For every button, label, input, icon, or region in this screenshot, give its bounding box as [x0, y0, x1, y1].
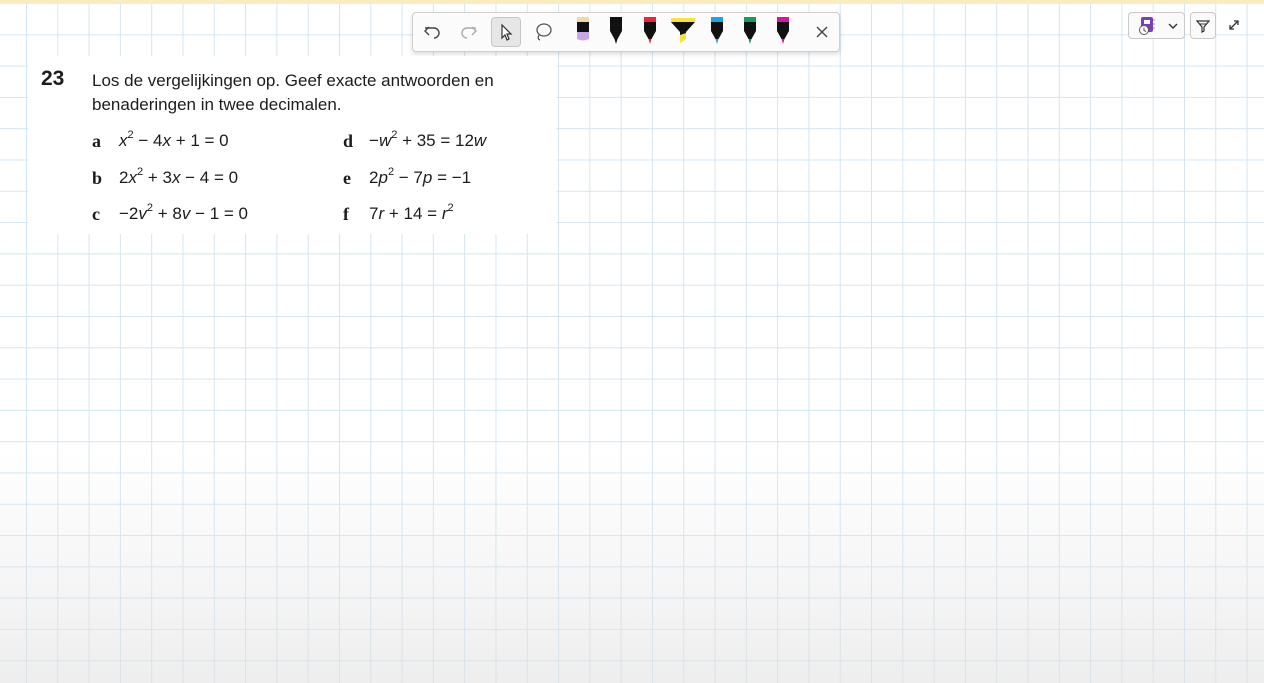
item-letter-f: f [343, 204, 349, 224]
item-letter-c: c [92, 204, 100, 224]
expand-icon [1229, 20, 1239, 30]
item-letter-a: a [92, 131, 101, 151]
filter-button[interactable] [1190, 12, 1216, 39]
select-tool-button[interactable] [491, 17, 521, 47]
close-toolbar-button[interactable] [807, 17, 837, 47]
pen-lavender-button[interactable] [568, 15, 598, 49]
drawing-toolbar [412, 12, 840, 52]
pen-green-button[interactable] [735, 15, 765, 49]
pen-black-button[interactable] [601, 15, 631, 49]
equation-f: 7r + 14 = r2 [369, 202, 454, 224]
top-accent-strip [0, 0, 1264, 4]
equation-c: −2v2 + 8v − 1 = 0 [119, 202, 249, 224]
pen-lavender-icon [577, 17, 589, 41]
undo-button[interactable] [417, 17, 447, 47]
pen-black-icon [610, 17, 623, 44]
undo-icon [424, 26, 440, 39]
exercise-number: 23 [41, 67, 65, 90]
select-cursor-icon [501, 23, 513, 41]
expand-button[interactable] [1224, 15, 1244, 35]
pen-red-icon [643, 17, 656, 44]
notebook-selector[interactable] [1128, 12, 1185, 39]
chevron-down-icon [1168, 23, 1178, 29]
item-letter-d: d [343, 131, 354, 151]
equation-a: x2 − 4x + 1 = 0 [119, 129, 229, 151]
pen-magenta-button[interactable] [768, 15, 798, 49]
instruction-line-2: benaderingen in twee decimalen. [92, 95, 342, 114]
pen-blue-button[interactable] [702, 15, 732, 49]
instruction-line-1: Los de vergelijkingen op. Geef exacte an… [92, 71, 494, 90]
item-letter-e: e [343, 168, 351, 188]
close-icon [816, 26, 828, 38]
pen-magenta-icon [777, 17, 790, 44]
redo-button[interactable] [454, 17, 484, 47]
highlighter-yellow-button[interactable] [668, 15, 698, 49]
pen-green-icon [744, 17, 756, 44]
onenote-icon [1139, 17, 1155, 35]
pen-red-button[interactable] [635, 15, 665, 49]
equation-e: 2p2 − 7p = −1 [369, 166, 472, 188]
lasso-tool-button[interactable] [529, 17, 559, 47]
funnel-icon [1196, 19, 1210, 33]
equation-d: −w2 + 35 = 12w [369, 129, 487, 151]
item-letter-b: b [92, 168, 103, 188]
lasso-icon [536, 23, 552, 41]
exercise-instruction: Los de vergelijkingen op. Geef exacte an… [92, 69, 542, 117]
redo-icon [461, 26, 477, 39]
pen-blue-icon [710, 17, 723, 44]
highlighter-yellow-icon [671, 18, 696, 43]
equation-b: 2x2 + 3x − 4 = 0 [119, 166, 239, 188]
